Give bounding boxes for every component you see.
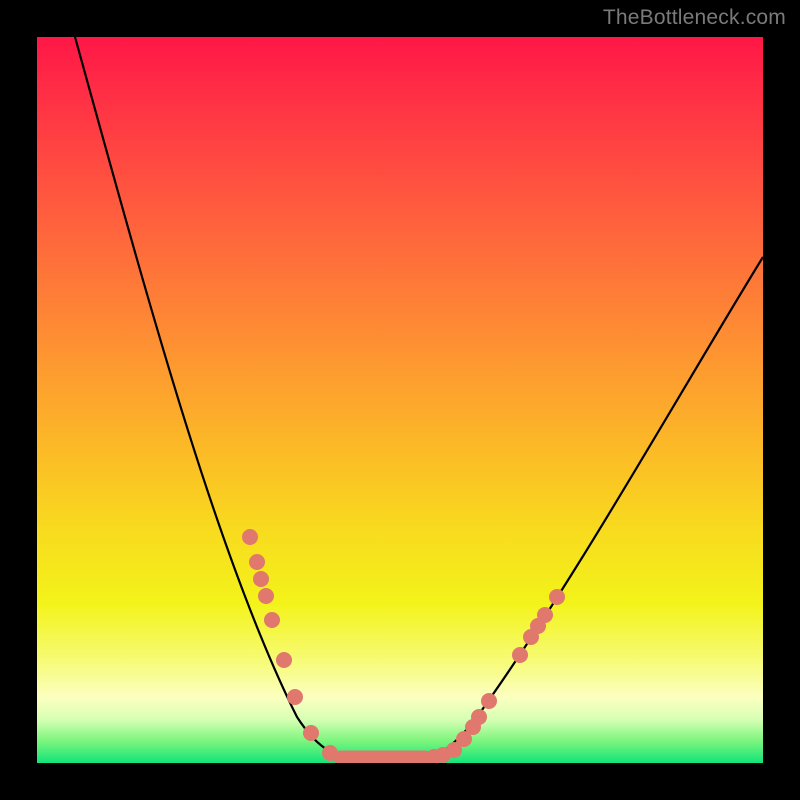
bottleneck-curve bbox=[75, 37, 763, 760]
data-dot bbox=[287, 689, 303, 705]
chart-frame: TheBottleneck.com bbox=[0, 0, 800, 800]
dots-right bbox=[426, 589, 565, 763]
data-dot bbox=[537, 607, 553, 623]
data-dot bbox=[253, 571, 269, 587]
data-dot bbox=[512, 647, 528, 663]
watermark-label: TheBottleneck.com bbox=[603, 6, 786, 30]
data-dot bbox=[322, 745, 338, 761]
plot-area bbox=[37, 37, 763, 763]
dots-left bbox=[242, 529, 338, 761]
data-dot bbox=[471, 709, 487, 725]
data-dot bbox=[303, 725, 319, 741]
data-dot bbox=[276, 652, 292, 668]
data-dot bbox=[242, 529, 258, 545]
data-dot bbox=[549, 589, 565, 605]
bottleneck-curve-svg bbox=[37, 37, 763, 763]
data-dot bbox=[258, 588, 274, 604]
data-dot bbox=[481, 693, 497, 709]
data-dot bbox=[264, 612, 280, 628]
data-dot bbox=[249, 554, 265, 570]
